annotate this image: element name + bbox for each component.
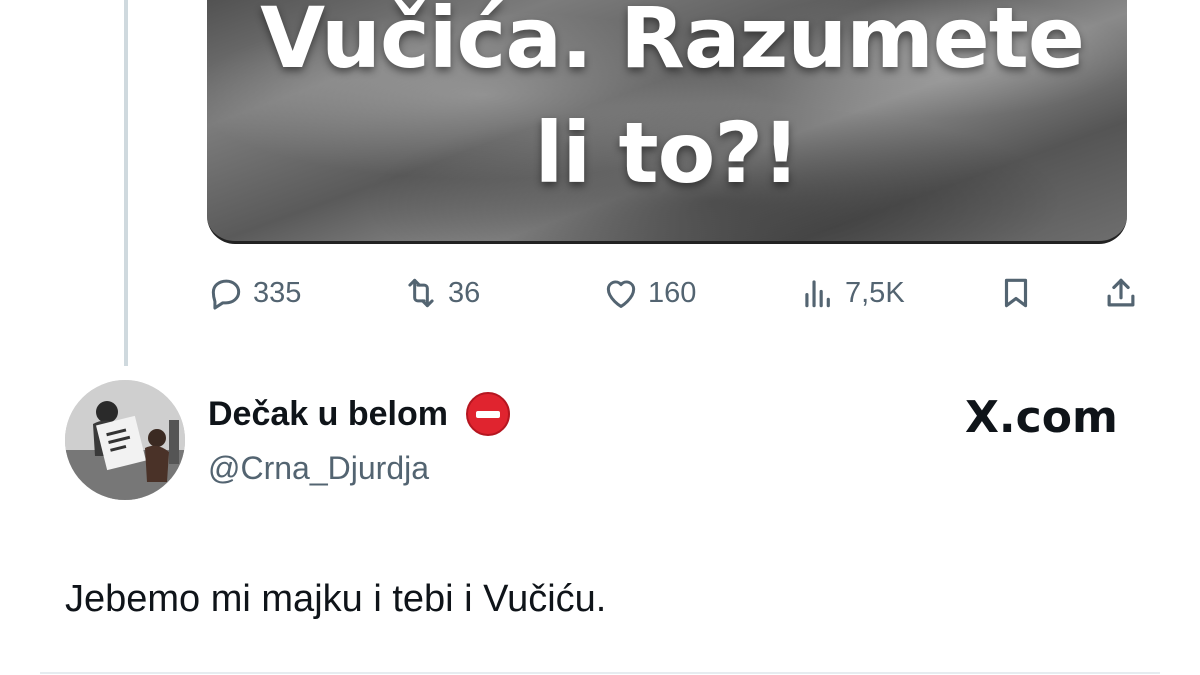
- retweet-count: 36: [448, 276, 481, 309]
- tweet-text: Jebemo mi majku i tebi i Vučiću.: [65, 578, 607, 620]
- display-name-text: Dečak u belom: [208, 394, 448, 433]
- thread-connector-line: [124, 0, 128, 366]
- bar-chart-icon: [805, 280, 830, 308]
- avatar[interactable]: [65, 380, 185, 500]
- reply-button[interactable]: 335: [207, 270, 301, 316]
- avatar-photo: [65, 380, 185, 500]
- heart-icon: [606, 280, 636, 308]
- retweet-button[interactable]: 36: [402, 270, 480, 316]
- tweet-screenshot: Vučića. Razumete li to?! 335 36 160 7,5K…: [0, 0, 1200, 675]
- quoted-media-image[interactable]: Vučića. Razumete li to?!: [207, 0, 1127, 244]
- reply-icon: [211, 279, 241, 310]
- tweet-actions-bar: 335 36 160 7,5K: [207, 270, 1147, 316]
- view-count: 7,5K: [845, 276, 905, 309]
- media-caption-line-2: li to?!: [534, 104, 801, 202]
- reply-count: 335: [253, 276, 302, 309]
- share-button[interactable]: [1102, 270, 1140, 316]
- retweet-icon: [408, 278, 434, 308]
- divider: [40, 672, 1160, 674]
- author-display-name[interactable]: Dečak u belom: [208, 392, 510, 436]
- share-icon: [1107, 278, 1135, 307]
- x-com-logo: X.com: [965, 392, 1118, 443]
- bookmark-icon: [1004, 278, 1028, 308]
- like-count: 160: [648, 276, 697, 309]
- views-button[interactable]: 7,5K: [799, 270, 905, 316]
- like-button[interactable]: 160: [602, 270, 696, 316]
- media-caption-line-1: Vučića. Razumete: [260, 0, 1085, 87]
- no-entry-icon: [465, 392, 510, 436]
- author-handle[interactable]: @Crna_Djurdja: [208, 450, 429, 487]
- bookmark-button[interactable]: [997, 270, 1035, 316]
